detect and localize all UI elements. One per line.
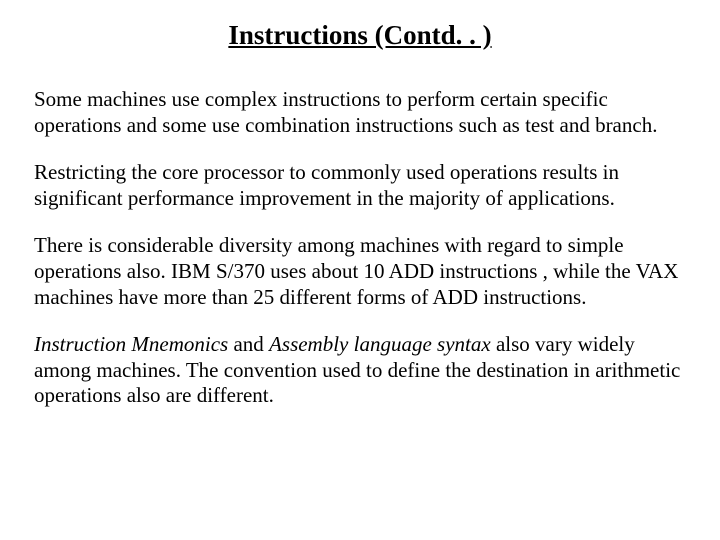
emphasis-assembly-syntax: Assembly language syntax xyxy=(269,332,491,356)
slide-title: Instructions (Contd. . ) xyxy=(34,20,686,51)
paragraph-2: Restricting the core processor to common… xyxy=(34,160,686,211)
text-and: and xyxy=(228,332,269,356)
paragraph-3: There is considerable diversity among ma… xyxy=(34,233,686,310)
paragraph-4: Instruction Mnemonics and Assembly langu… xyxy=(34,332,686,409)
emphasis-instruction-mnemonics: Instruction Mnemonics xyxy=(34,332,228,356)
paragraph-1: Some machines use complex instructions t… xyxy=(34,87,686,138)
slide-container: Instructions (Contd. . ) Some machines u… xyxy=(0,0,720,540)
